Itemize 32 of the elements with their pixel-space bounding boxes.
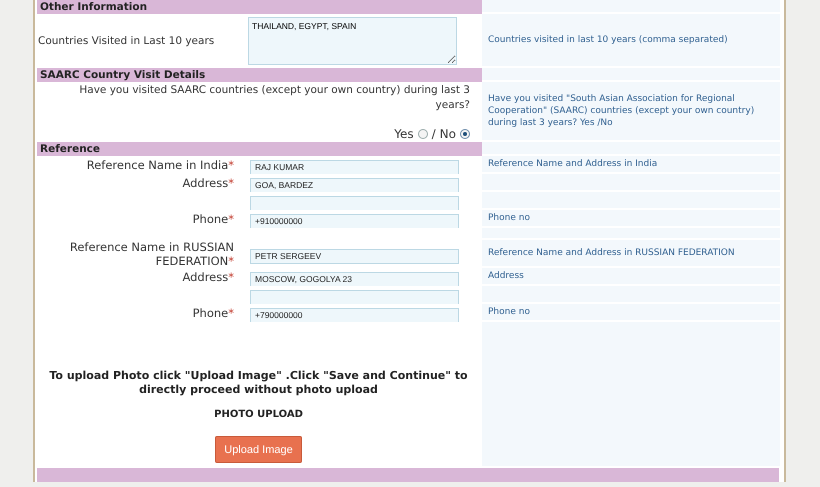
help-text: Phone no — [488, 212, 530, 224]
field-label: Countries Visited in Last 10 years — [38, 35, 216, 47]
help-text: Countries visited in last 10 years (comma separated) — [488, 34, 728, 46]
field-label: Phone* — [192, 306, 234, 320]
field-label: Phone* — [192, 212, 234, 226]
text-field[interactable]: MOSCOW, GOGOLYA 23 — [250, 272, 459, 287]
text-field[interactable]: PETR SERGEEV — [250, 248, 459, 264]
help-text: Reference Name and Address in India — [488, 158, 658, 170]
blank-field[interactable] — [250, 196, 459, 211]
help-text: Reference Name and Address in RUSSIAN FEDERATION — [488, 247, 735, 259]
field-label: Reference Name in India* — [86, 158, 234, 172]
text-field[interactable]: RAJ KUMAR — [250, 160, 459, 175]
help-text: Have you visited "South Asian Association for Regional Cooperation" (SAARC) countries (except your own country) during last 3 years? Yes /No — [488, 93, 756, 129]
text-field[interactable]: +910000000 — [250, 214, 459, 229]
text-field[interactable]: +790000000 — [250, 308, 459, 323]
text-field[interactable]: GOA, BARDEZ — [250, 178, 459, 193]
radio-option[interactable]: Yes — [394, 127, 428, 141]
radio-option[interactable]: No — [440, 127, 470, 141]
countries-field[interactable]: THAILAND, EGYPT, SPAIN — [248, 17, 457, 65]
field-label: Address* — [181, 176, 234, 190]
blank-field[interactable] — [250, 290, 459, 305]
field-label: Reference Name in RUSSIAN FEDERATION* — [68, 240, 234, 268]
separator-text: / — [432, 127, 436, 141]
upload-heading: PHOTO UPLOAD — [214, 409, 303, 420]
help-text: Phone no — [488, 306, 530, 318]
section-header: SAARC Country Visit Details — [37, 68, 482, 82]
help-text: Address — [488, 270, 524, 282]
section-header: Reference — [37, 142, 482, 156]
upload-instructions: To upload Photo click "Upload Image" .Click "Save and Continue" to directly proceed without photo upload — [48, 369, 469, 397]
question-text: Have you visited SAARC countries (except your own country) during last 3 years? — [78, 83, 470, 113]
section-header: Other Information — [37, 0, 482, 14]
field-label: Address* — [181, 270, 234, 284]
